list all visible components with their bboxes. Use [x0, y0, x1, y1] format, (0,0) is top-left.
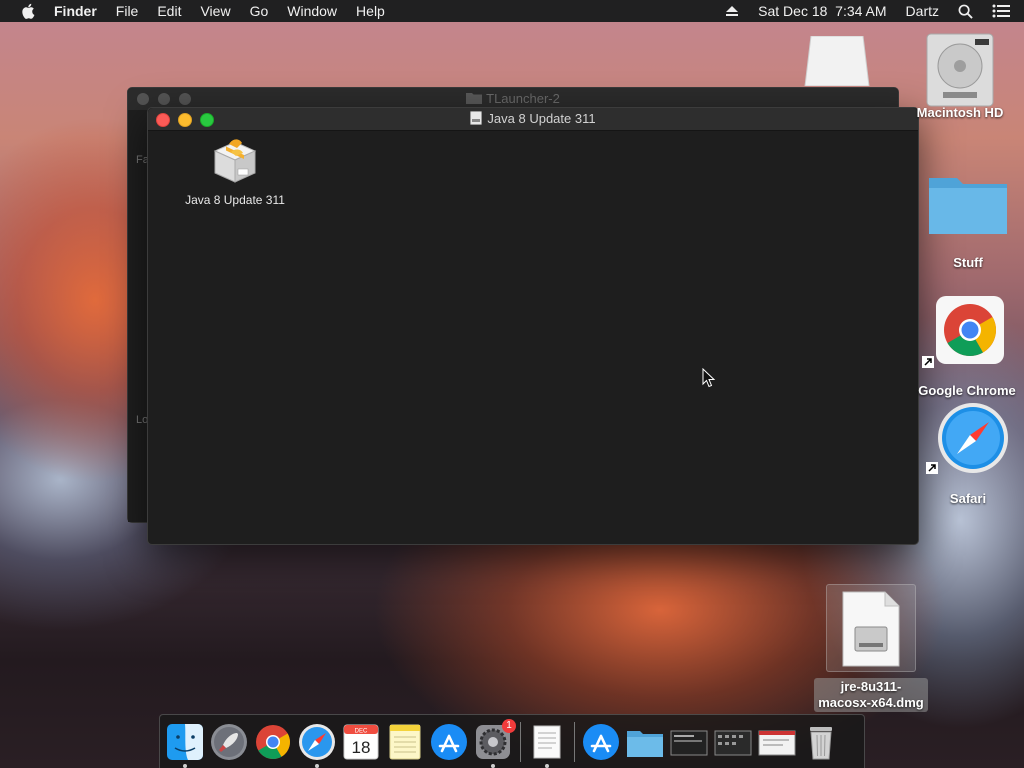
running-indicator [491, 763, 495, 768]
alias-arrow-icon [922, 356, 934, 368]
mouse-cursor-icon [702, 368, 716, 388]
dock-app-store[interactable] [430, 723, 468, 761]
dock-window-thumbnail-3[interactable] [758, 723, 796, 761]
java-window-titlebar[interactable]: Java 8 Update 311 [148, 108, 918, 131]
alias-arrow-icon [926, 462, 938, 474]
menu-finder[interactable]: Finder [54, 3, 97, 19]
trash-icon [810, 726, 832, 759]
safari-icon [938, 403, 1008, 473]
menu-bar-extras: Sat Dec 18 7:34 AM Dartz [725, 0, 1024, 22]
hard-drive-icon [926, 33, 994, 107]
tlauncher-title: TLauncher-2 [128, 91, 898, 106]
window-thumbnail-icon [714, 730, 752, 755]
desktop-label-google-chrome: Google Chrome [918, 383, 1016, 398]
dock-notes[interactable] [386, 723, 424, 761]
disk-image-icon [470, 111, 483, 125]
eject-icon[interactable] [725, 4, 739, 18]
dock-launchpad[interactable] [210, 723, 248, 761]
dock-finder[interactable] [166, 723, 204, 768]
desktop-icon-jre-dmg[interactable]: jre-8u311- macosx-x64.dmg [806, 584, 936, 712]
menu-user[interactable]: Dartz [906, 3, 939, 19]
dock-textedit[interactable] [528, 723, 566, 768]
dock-window-thumbnail-2[interactable] [714, 723, 752, 761]
menu-view[interactable]: View [200, 3, 230, 19]
java-installer-window[interactable]: Java 8 Update 311 Java 8 Update 311 [147, 107, 919, 545]
calendar-month: DEC [355, 728, 368, 734]
app-store-icon [583, 723, 619, 760]
calendar-day: 18 [352, 738, 371, 757]
desktop-icon-google-chrome[interactable]: Google Chrome [912, 296, 1022, 398]
desktop-label-stuff: Stuff [953, 255, 983, 270]
disk-image-file-icon [842, 591, 900, 667]
jre-dmg-label-line2: macosx-x64.dmg [818, 695, 924, 710]
menu-file[interactable]: File [116, 3, 139, 19]
menu-window[interactable]: Window [287, 3, 337, 19]
app-store-icon [431, 723, 467, 760]
running-indicator [315, 763, 319, 768]
running-indicator [545, 763, 549, 768]
menu-edit[interactable]: Edit [157, 3, 181, 19]
desktop-label-macintosh-hd: Macintosh HD [916, 105, 1004, 120]
dock-safari[interactable] [298, 723, 336, 768]
launchpad-rocket-icon [211, 723, 247, 760]
google-chrome-icon [936, 296, 1004, 364]
spotlight-search-icon[interactable] [958, 4, 973, 19]
dock-calendar[interactable]: DEC 18 [342, 723, 380, 761]
desktop-icon-stuff[interactable]: Stuff [918, 170, 1018, 270]
calendar-icon: DEC 18 [343, 724, 379, 759]
notes-icon [389, 724, 421, 759]
desktop-icon-safari[interactable]: Safari [918, 402, 1018, 506]
dock-downloads-folder[interactable] [626, 723, 664, 761]
dock-trash[interactable] [802, 723, 840, 761]
google-chrome-icon [256, 724, 290, 759]
desktop-drive-partial[interactable] [802, 35, 872, 89]
dock-separator [574, 721, 575, 762]
apple-logo-icon[interactable] [20, 2, 38, 20]
jre-dmg-label-line1: jre-8u311- [840, 679, 902, 694]
dock-window-thumbnail-1[interactable] [670, 723, 708, 761]
dock-system-preferences[interactable]: 1 [474, 718, 516, 768]
safari-icon [299, 723, 335, 760]
dock-google-chrome[interactable] [254, 723, 292, 761]
jre-dmg-label: jre-8u311- macosx-x64.dmg [814, 678, 928, 712]
finder-icon [167, 723, 203, 760]
java-installer-package[interactable]: Java 8 Update 311 [170, 138, 300, 207]
tlauncher-title-text: TLauncher-2 [486, 91, 560, 106]
folder-icon [466, 93, 483, 104]
menu-help[interactable]: Help [356, 3, 385, 19]
dock-separator [520, 721, 521, 762]
jre-dmg-selection [826, 584, 916, 672]
package-icon [213, 139, 257, 183]
java-installer-label: Java 8 Update 311 [185, 193, 285, 207]
dock-app-store-installer[interactable] [582, 723, 620, 761]
desktop-label-safari: Safari [949, 491, 987, 506]
external-drive-icon [804, 35, 870, 87]
folder-icon [627, 730, 663, 757]
window-thumbnail-icon [670, 730, 708, 755]
window-thumbnail-icon [758, 730, 796, 755]
menu-bar: Finder File Edit View Go Window Help Sat… [0, 0, 1024, 22]
notification-center-icon[interactable] [992, 4, 1010, 18]
notification-badge: 1 [502, 718, 516, 733]
menu-go[interactable]: Go [250, 3, 269, 19]
tlauncher-sidebar: Fa Lo [128, 110, 149, 522]
desktop-icon-macintosh-hd[interactable]: Macintosh HD [910, 32, 1010, 120]
folder-icon [929, 178, 1007, 234]
running-indicator [183, 763, 187, 768]
dock: DEC 18 1 [159, 714, 865, 768]
java-window-title-text: Java 8 Update 311 [487, 111, 596, 126]
document-icon [533, 725, 561, 758]
menu-clock[interactable]: Sat Dec 18 7:34 AM [758, 3, 886, 19]
java-window-title: Java 8 Update 311 [148, 111, 918, 126]
